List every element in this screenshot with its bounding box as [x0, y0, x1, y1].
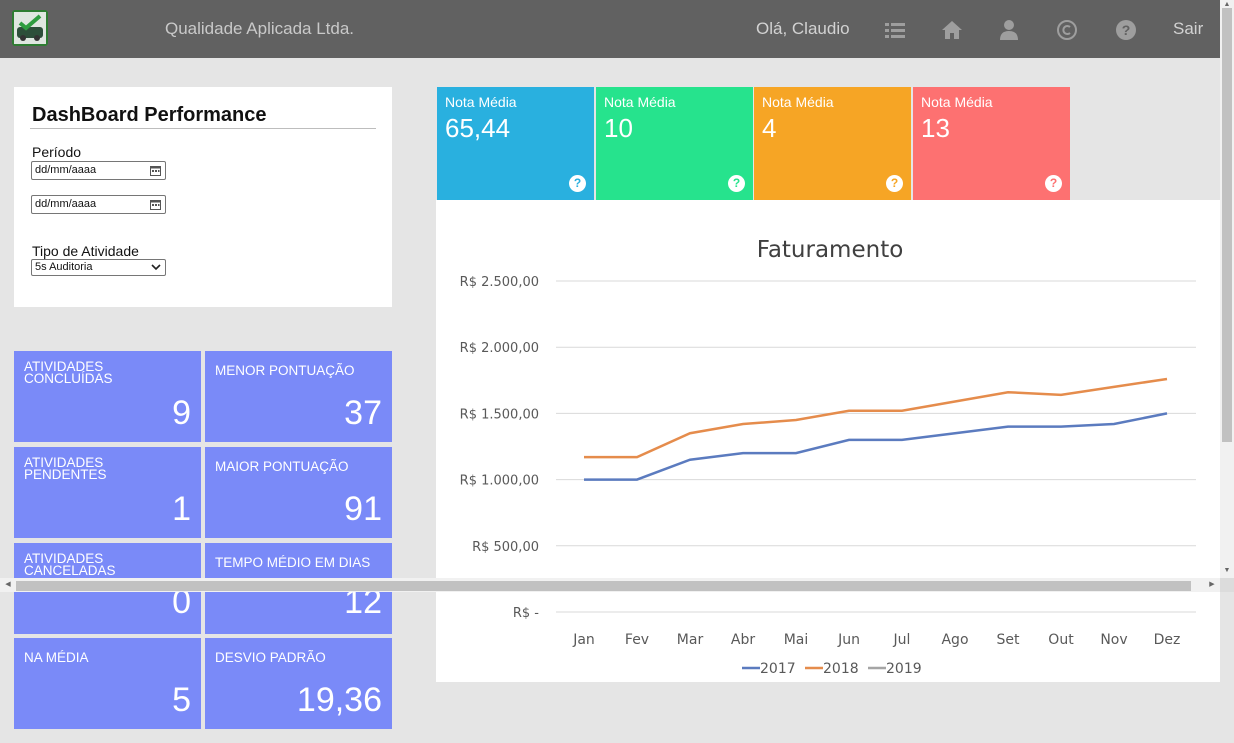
horizontal-scroll-thumb[interactable] — [16, 581, 1191, 591]
nota-value: 65,44 — [445, 113, 511, 143]
nota-value: 13 — [921, 113, 950, 143]
nota-card-3: Nota Média 4 ? — [754, 87, 911, 200]
activity-type-label: Tipo de Atividade — [32, 243, 139, 259]
filter-panel: DashBoard Performance Período dd/mm/aaaa… — [14, 87, 392, 307]
user-icon[interactable] — [998, 19, 1020, 41]
activity-type-value: 5s Auditoria — [35, 261, 93, 273]
calendar-icon[interactable] — [150, 165, 161, 176]
tile-label: ATIVIDADES CONCLUÍDAS — [24, 359, 113, 386]
scroll-left-arrow[interactable]: ◀ — [2, 578, 14, 592]
nota-label: Nota Média — [604, 94, 676, 110]
stat-tile-pendentes: ATIVIDADES PENDENTES 1 — [14, 447, 201, 538]
series-line-2018 — [584, 377, 1168, 459]
scroll-right-arrow[interactable]: ▶ — [1206, 578, 1218, 592]
chevron-down-icon — [151, 264, 161, 271]
help-icon[interactable]: ? — [1045, 175, 1062, 192]
tile-value: 91 — [344, 490, 382, 528]
x-tick-label: Ago — [941, 632, 968, 648]
calendar-icon[interactable] — [150, 199, 161, 210]
top-bar: Qualidade Aplicada Ltda. Olá, Claudio ? … — [0, 0, 1220, 58]
revenue-chart: Faturamento R$ 2.500,00 R$ 2.000,00 R$ 1.50… — [436, 200, 1220, 682]
home-icon[interactable] — [941, 19, 963, 41]
tile-label: ATIVIDADES CANCELADAS — [24, 551, 116, 578]
tile-label: NA MÉDIA — [24, 650, 89, 665]
x-tick-label: Jan — [572, 632, 595, 648]
x-tick-label: Fev — [625, 632, 649, 648]
y-tick-label: R$ 2.000,00 — [460, 341, 539, 356]
tile-label: ATIVIDADES PENDENTES — [24, 455, 107, 482]
series-line-2017 — [584, 412, 1168, 481]
nota-label: Nota Média — [762, 94, 834, 110]
tile-value: 1 — [172, 490, 191, 528]
help-icon[interactable]: ? — [1115, 19, 1137, 41]
x-tick-label: Mar — [677, 632, 704, 648]
tile-value: 37 — [344, 394, 382, 432]
tile-label: DESVIO PADRÃO — [215, 650, 326, 665]
stat-tile-desvio-padrao: DESVIO PADRÃO 19,36 — [205, 638, 392, 729]
nota-label: Nota Média — [445, 94, 517, 110]
svg-text:?: ? — [1122, 22, 1131, 38]
help-icon[interactable]: ? — [728, 175, 745, 192]
title-divider — [30, 128, 376, 129]
help-icon[interactable]: ? — [886, 175, 903, 192]
user-greeting: Olá, Claudio — [756, 19, 850, 38]
y-tick-label: R$ 2.500,00 — [460, 275, 539, 290]
nota-card-1: Nota Média 65,44 ? — [437, 87, 594, 200]
start-date-value: dd/mm/aaaa — [35, 164, 97, 176]
scroll-down-arrow[interactable]: ▼ — [1220, 566, 1234, 576]
page-title: DashBoard Performance — [32, 104, 267, 126]
tile-label: MAIOR PONTUAÇÃO — [215, 459, 349, 474]
stat-tile-concluidas: ATIVIDADES CONCLUÍDAS 9 — [14, 351, 201, 442]
tile-label: MENOR PONTUAÇÃO — [215, 363, 355, 378]
nota-card-4: Nota Média 13 ? — [913, 87, 1070, 200]
stat-tile-menor-pontuacao: MENOR PONTUAÇÃO 37 — [205, 351, 392, 442]
copyright-icon[interactable] — [1056, 19, 1078, 41]
legend-label: 2017 — [760, 661, 796, 677]
end-date-input[interactable]: dd/mm/aaaa — [31, 195, 166, 214]
logout-link[interactable]: Sair — [1173, 19, 1203, 39]
company-name: Qualidade Aplicada Ltda. — [165, 19, 355, 38]
vertical-scroll-thumb[interactable] — [1222, 8, 1232, 442]
x-tick-label: Dez — [1154, 632, 1181, 648]
help-icon[interactable]: ? — [569, 175, 586, 192]
list-icon[interactable] — [884, 19, 906, 41]
nota-card-2: Nota Média 10 ? — [596, 87, 753, 200]
stat-tile-maior-pontuacao: MAIOR PONTUAÇÃO 91 — [205, 447, 392, 538]
start-date-input[interactable]: dd/mm/aaaa — [31, 161, 166, 180]
y-tick-label: R$ 1.000,00 — [460, 474, 539, 489]
chart-title: Faturamento — [757, 237, 904, 263]
y-tick-label: R$ 500,00 — [472, 540, 539, 555]
legend-label: 2019 — [886, 661, 922, 677]
end-date-value: dd/mm/aaaa — [35, 198, 97, 210]
tile-value: 19,36 — [296, 681, 382, 719]
activity-type-select[interactable]: 5s Auditoria — [31, 259, 166, 276]
tile-label: TEMPO MÉDIO EM DIAS — [215, 555, 371, 570]
x-tick-label: Set — [997, 632, 1021, 648]
scrollbar-corner — [1220, 578, 1234, 592]
nota-value: 4 — [762, 113, 777, 143]
x-tick-label: Out — [1048, 632, 1074, 648]
chart-canvas: Faturamento R$ 2.500,00 R$ 2.000,00 R$ 1.50… — [460, 237, 1196, 677]
scroll-up-arrow[interactable]: ▲ — [1220, 0, 1234, 10]
x-tick-label: Nov — [1100, 632, 1127, 648]
nota-value: 10 — [604, 113, 633, 143]
company-logo[interactable] — [12, 10, 48, 46]
x-tick-label: Mai — [784, 632, 809, 648]
x-tick-label: Jun — [837, 632, 860, 648]
tile-value: 9 — [172, 394, 191, 432]
y-tick-label: R$ 1.500,00 — [460, 407, 539, 422]
period-label: Período — [32, 144, 82, 160]
x-tick-label: Jul — [893, 632, 911, 648]
tile-value: 5 — [172, 681, 191, 719]
nota-label: Nota Média — [921, 94, 993, 110]
x-tick-label: Abr — [731, 632, 755, 648]
legend-label: 2018 — [823, 661, 859, 677]
y-tick-label: R$ - — [513, 606, 539, 621]
stat-tile-na-media: NA MÉDIA 5 — [14, 638, 201, 729]
